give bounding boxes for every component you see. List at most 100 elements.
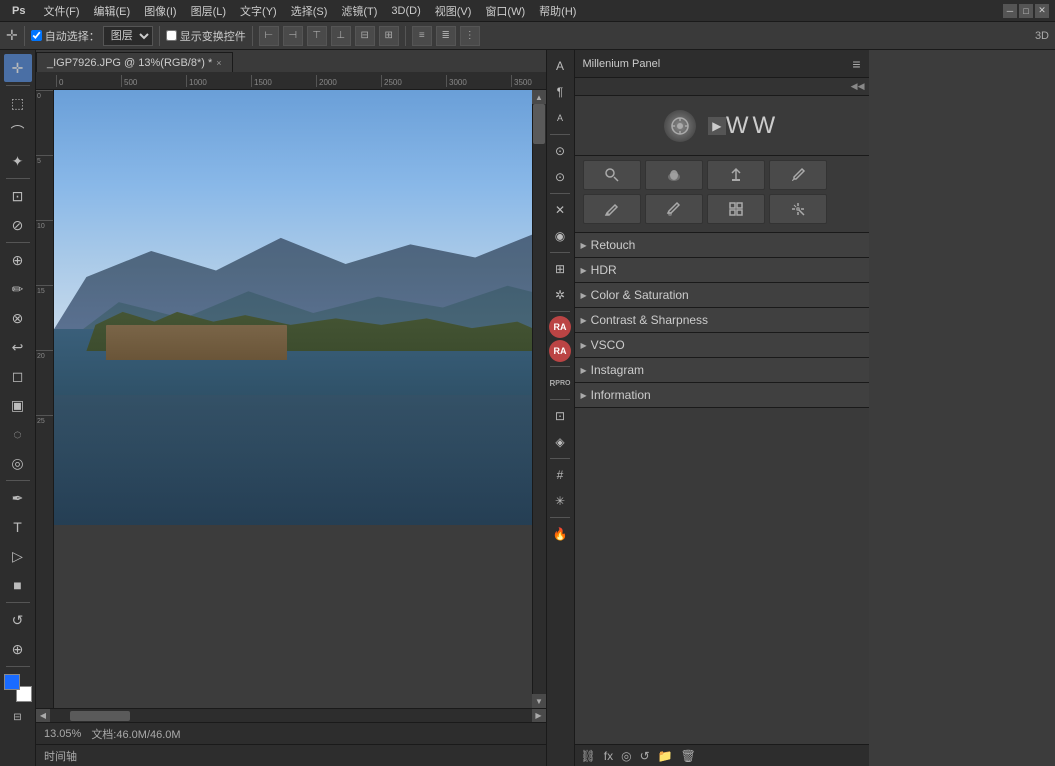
marquee-tool[interactable]: ⬚ <box>4 89 32 117</box>
bottom-adjust-icon[interactable]: ↺ <box>640 749 650 763</box>
section-instagram-header[interactable]: ▶ Instagram <box>575 358 869 382</box>
menu-layer[interactable]: 图层(L) <box>185 1 232 21</box>
bottom-fx-icon[interactable]: fx <box>604 749 613 763</box>
scroll-track-horizontal[interactable] <box>50 710 532 722</box>
eraser-tool[interactable]: ◻ <box>4 362 32 390</box>
eyedropper-tool[interactable]: ⊘ <box>4 211 32 239</box>
strip-icon-A[interactable]: A <box>548 54 572 78</box>
strip-icon-ra1[interactable]: RA <box>549 316 571 338</box>
panel-icon-brush[interactable] <box>769 160 827 190</box>
move-tool[interactable]: ✛ <box>4 54 32 82</box>
distribute3-icon[interactable]: ⋮ <box>460 26 480 46</box>
align-bottom-icon[interactable]: ⊞ <box>379 26 399 46</box>
magic-wand-tool[interactable]: ✦ <box>4 147 32 175</box>
panel-icon-grid-squares[interactable] <box>707 194 765 224</box>
strip-icon-sun[interactable]: ✲ <box>548 283 572 307</box>
play-button[interactable]: ▶ <box>708 117 726 135</box>
scroll-up-button[interactable]: ▲ <box>532 90 546 104</box>
dodge-tool[interactable]: ◎ <box>4 449 32 477</box>
scroll-track-vertical[interactable] <box>533 104 545 694</box>
section-hdr-header[interactable]: ▶ HDR <box>575 258 869 282</box>
lasso-tool[interactable]: ⌒ <box>4 118 32 146</box>
zoom-tool[interactable]: ⊕ <box>4 635 32 663</box>
close-button[interactable]: ✕ <box>1035 4 1049 18</box>
text-tool[interactable]: T <box>4 513 32 541</box>
pen-tool[interactable]: ✒ <box>4 484 32 512</box>
scroll-thumb-vertical[interactable] <box>533 104 545 144</box>
align-right-icon[interactable]: ⊤ <box>307 26 327 46</box>
align-center-h-icon[interactable]: ⊣ <box>283 26 303 46</box>
distribute-icon[interactable]: ≡ <box>412 26 432 46</box>
scroll-down-button[interactable]: ▼ <box>532 694 546 708</box>
strip-icon-hashtag[interactable]: # <box>548 463 572 487</box>
clone-stamp-tool[interactable]: ⊗ <box>4 304 32 332</box>
rotate-tool[interactable]: ↺ <box>4 606 32 634</box>
layer-select[interactable]: 图层 <box>103 26 153 46</box>
strip-icon-A2[interactable]: A <box>548 106 572 130</box>
panel-icon-paint[interactable] <box>645 160 703 190</box>
menu-file[interactable]: 文件(F) <box>37 1 85 21</box>
distribute2-icon[interactable]: ≣ <box>436 26 456 46</box>
strip-icon-fire[interactable]: 🔥 <box>548 522 572 546</box>
gradient-tool[interactable]: ▣ <box>4 391 32 419</box>
menu-window[interactable]: 窗口(W) <box>479 1 531 21</box>
align-center-v-icon[interactable]: ⊟ <box>355 26 375 46</box>
bottom-folder-icon[interactable]: 📁 <box>658 749 673 763</box>
strip-icon-circle[interactable]: ⊙ <box>548 139 572 163</box>
strip-icon-pro[interactable]: RPRO <box>548 371 572 395</box>
menu-text[interactable]: 文字(Y) <box>234 1 283 21</box>
canvas-viewport[interactable] <box>54 90 532 708</box>
menu-view[interactable]: 视图(V) <box>429 1 478 21</box>
menu-filter[interactable]: 滤镜(T) <box>335 1 383 21</box>
bottom-circle-icon[interactable]: ◎ <box>621 749 631 763</box>
strip-icon-star[interactable]: ✳ <box>548 489 572 513</box>
strip-icon-sphere[interactable]: ◈ <box>548 430 572 454</box>
strip-icon-cube[interactable]: ⊡ <box>548 404 572 428</box>
menu-help[interactable]: 帮助(H) <box>533 1 582 21</box>
scroll-thumb-horizontal[interactable] <box>70 711 130 721</box>
blur-tool[interactable]: ◌ <box>4 420 32 448</box>
healing-brush-tool[interactable]: ⊕ <box>4 246 32 274</box>
panel-icon-up-arrow[interactable] <box>707 160 765 190</box>
section-information-header[interactable]: ▶ Information <box>575 383 869 407</box>
bottom-trash-icon[interactable]: 🗑 <box>681 749 696 763</box>
bottom-link-icon[interactable]: ⛓ <box>581 749 596 763</box>
panel-icon-wand[interactable] <box>769 194 827 224</box>
strip-icon-tools[interactable]: ✕ <box>548 198 572 222</box>
menu-3d[interactable]: 3D(D) <box>385 3 426 19</box>
minimize-button[interactable]: ─ <box>1003 4 1017 18</box>
tab-close-button[interactable]: × <box>216 58 221 68</box>
menu-edit[interactable]: 编辑(E) <box>88 1 137 21</box>
strip-icon-paragraph[interactable]: ¶ <box>548 80 572 104</box>
strip-icon-layers[interactable]: ◉ <box>548 224 572 248</box>
strip-icon-circle2[interactable]: ⊙ <box>548 165 572 189</box>
history-brush-tool[interactable]: ↩ <box>4 333 32 361</box>
menu-image[interactable]: 图像(I) <box>138 1 182 21</box>
strip-icon-grid[interactable]: ⊞ <box>548 257 572 281</box>
menu-select[interactable]: 选择(S) <box>285 1 334 21</box>
panel-collapse-button[interactable]: ◀◀ <box>851 81 865 92</box>
document-tab[interactable]: _IGP7926.JPG @ 13%(RGB/8*) * × <box>36 52 233 72</box>
align-top-icon[interactable]: ⊥ <box>331 26 351 46</box>
section-contrast-sharpness-header[interactable]: ▶ Contrast & Sharpness <box>575 308 869 332</box>
crop-tool[interactable]: ⊡ <box>4 182 32 210</box>
brush-tool[interactable]: ✏ <box>4 275 32 303</box>
panel-icon-pencil[interactable] <box>583 194 641 224</box>
screen-mode-tool[interactable]: ⊟ <box>4 703 32 731</box>
shape-tool[interactable]: ■ <box>4 571 32 599</box>
section-color-saturation-header[interactable]: ▶ Color & Saturation <box>575 283 869 307</box>
auto-select-checkbox[interactable]: 自动选择： 图层 <box>31 26 153 46</box>
show-transform-checkbox[interactable]: 显示变换控件 <box>166 28 246 44</box>
auto-select-input[interactable] <box>31 30 42 41</box>
panel-icon-pencil2[interactable] <box>645 194 703 224</box>
foreground-color-swatch[interactable] <box>4 674 20 690</box>
panel-icon-search[interactable] <box>583 160 641 190</box>
align-left-icon[interactable]: ⊢ <box>259 26 279 46</box>
panel-menu-button[interactable]: ≡ <box>852 56 860 72</box>
scroll-left-button[interactable]: ◀ <box>36 709 50 723</box>
color-swatches[interactable] <box>4 674 32 702</box>
section-retouch-header[interactable]: ▶ Retouch <box>575 233 869 257</box>
section-vsco-header[interactable]: ▶ VSCO <box>575 333 869 357</box>
show-transform-input[interactable] <box>166 30 177 41</box>
path-selection-tool[interactable]: ▷ <box>4 542 32 570</box>
